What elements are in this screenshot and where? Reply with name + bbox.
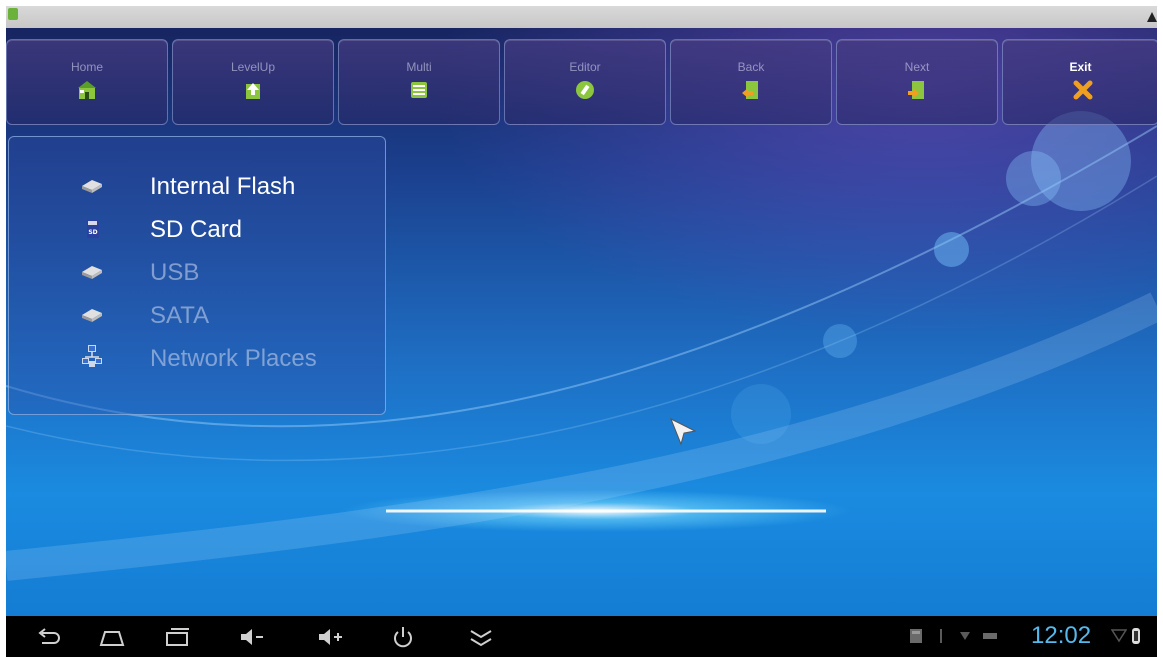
multi-select-icon: [411, 82, 427, 98]
volume-up-icon[interactable]: [317, 624, 345, 650]
svg-text:SD: SD: [88, 229, 97, 236]
list-item-label: Network Places: [150, 345, 317, 372]
list-item-label: Internal Flash: [150, 173, 296, 200]
file-manager-toolbar: Home LevelUp Multi Editor Back Next Exit: [6, 39, 1157, 127]
list-item-label: USB: [150, 259, 200, 286]
ethernet-status-icon: [983, 633, 997, 639]
list-item-label: SATA: [150, 302, 210, 329]
back-icon: [742, 81, 758, 99]
back-button-label: Back: [737, 60, 765, 74]
volume-down-icon[interactable]: [239, 624, 267, 650]
next-icon: [908, 81, 924, 99]
drive-icon: [82, 266, 102, 279]
exit-button-label: Exit: [1069, 60, 1092, 74]
desktop-screen: Home LevelUp Multi Editor Back Next Exit…: [6, 6, 1157, 657]
level-up-button[interactable]: LevelUp: [172, 39, 334, 125]
list-item-network-places[interactable]: Network Places: [9, 338, 385, 378]
editor-button-label: Editor: [569, 60, 601, 74]
level-up-button-label: LevelUp: [230, 60, 276, 74]
list-item-label: SD Card: [150, 216, 243, 243]
home-nav-icon[interactable]: [98, 624, 126, 650]
usb-status-icon: [940, 629, 942, 643]
storage-status-icon: [910, 629, 922, 643]
wallpaper-bubble: [823, 324, 857, 358]
back-button[interactable]: Back: [670, 39, 832, 125]
home-icon: [78, 81, 96, 99]
list-item-usb[interactable]: USB: [9, 252, 385, 292]
drive-icon: [82, 309, 102, 322]
wifi-status-icon: [1111, 629, 1127, 643]
recents-icon[interactable]: [163, 624, 191, 650]
wallpaper-bubble: [731, 384, 791, 444]
exit-button[interactable]: Exit: [1002, 39, 1157, 125]
back-nav-icon[interactable]: [34, 624, 62, 650]
list-item-sd-card[interactable]: SD SD Card: [9, 209, 385, 249]
level-up-icon: [246, 83, 260, 99]
wallpaper-bubble: [934, 232, 969, 267]
system-navigation-bar: 12:02: [6, 616, 1157, 657]
storage-locations-panel: Internal Flash SD SD Card USB SATA Netwo…: [8, 136, 386, 415]
network-icon: [82, 345, 102, 367]
multi-button[interactable]: Multi: [338, 39, 500, 125]
multi-button-label: Multi: [406, 60, 432, 74]
collapse-icon[interactable]: [467, 624, 495, 650]
next-button-label: Next: [904, 60, 930, 74]
wallpaper-bubble: [1006, 151, 1061, 206]
list-item-sata[interactable]: SATA: [9, 295, 385, 335]
power-icon[interactable]: [389, 624, 417, 650]
home-button[interactable]: Home: [6, 39, 168, 125]
sd-card-icon: SD: [87, 220, 99, 238]
list-item-internal-flash[interactable]: Internal Flash: [9, 166, 385, 206]
editor-button[interactable]: Editor: [504, 39, 666, 125]
editor-icon: [576, 81, 594, 99]
mouse-pointer-icon: [670, 417, 697, 446]
home-button-label: Home: [70, 60, 103, 74]
connection-status-icon: [960, 632, 970, 640]
next-button[interactable]: Next: [836, 39, 998, 125]
status-clock: 12:02: [1031, 622, 1092, 649]
drive-icon: [82, 180, 102, 193]
bluetooth-status-icon: [1132, 628, 1140, 644]
exit-icon: [1073, 80, 1093, 100]
